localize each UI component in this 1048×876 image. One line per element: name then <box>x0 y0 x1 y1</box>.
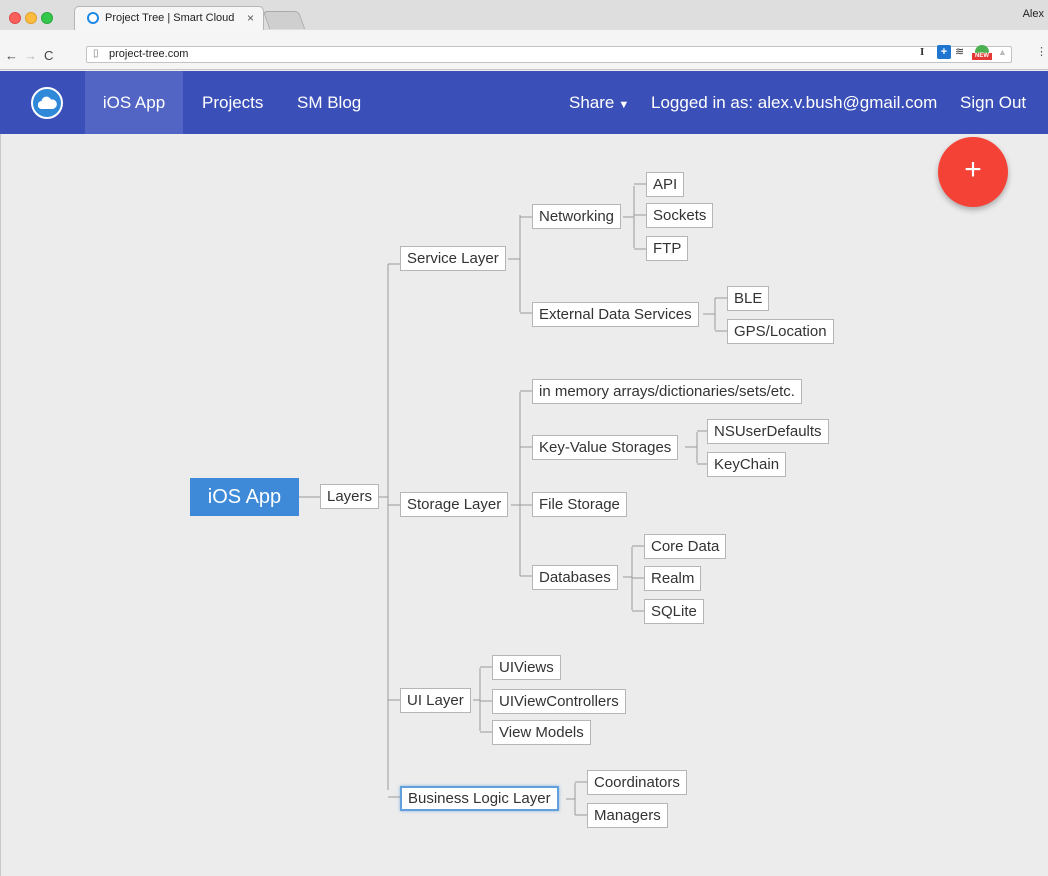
tree-node-file-storage[interactable]: File Storage <box>532 492 627 517</box>
page-icon: ▯ <box>93 48 99 59</box>
tree-node-realm[interactable]: Realm <box>644 566 702 591</box>
caret-down-icon: ▼ <box>618 99 630 111</box>
tree-node-managers[interactable]: Managers <box>587 803 668 828</box>
profile-name[interactable]: Alex <box>1023 8 1044 20</box>
nav-projects[interactable]: Projects <box>202 71 263 134</box>
window-close-button[interactable] <box>9 12 21 24</box>
tree-node-nsuserdefaults[interactable]: NSUserDefaults <box>707 419 829 444</box>
sign-out-link[interactable]: Sign Out <box>960 71 1026 134</box>
add-button[interactable]: + <box>938 137 1008 207</box>
reload-icon[interactable]: C <box>44 48 53 63</box>
app-navbar: iOS App Projects SM Blog Share ▼ Logged i… <box>0 71 1048 134</box>
tree-node-service-layer[interactable]: Service Layer <box>400 246 506 271</box>
tree-root-node[interactable]: iOS App <box>190 478 299 516</box>
tree-node-coordinators[interactable]: Coordinators <box>587 770 687 795</box>
tree-node-networking[interactable]: Networking <box>532 204 622 229</box>
cloud-icon <box>38 96 57 109</box>
tree-node-in-memory[interactable]: in memory arrays/dictionaries/sets/etc. <box>532 379 802 404</box>
extension-new-badge: NEW <box>972 53 992 60</box>
extension-stack-icon[interactable]: ≋ <box>955 45 964 61</box>
tree-node-business-logic-layer[interactable]: Business Logic Layer <box>400 786 559 811</box>
window-maximize-button[interactable] <box>41 12 53 24</box>
page-content <box>0 134 1048 876</box>
tree-node-external-data-services[interactable]: External Data Services <box>532 302 699 327</box>
tree-node-ble[interactable]: BLE <box>727 286 770 311</box>
tree-node-databases[interactable]: Databases <box>532 565 618 590</box>
tree-node-ftp[interactable]: FTP <box>646 236 689 261</box>
extension-warning-icon[interactable]: ▲ <box>998 47 1007 63</box>
share-label: Share <box>569 93 615 112</box>
new-tab-button[interactable] <box>262 11 306 29</box>
nav-share-dropdown[interactable]: Share ▼ <box>569 71 629 134</box>
tab-title: Project Tree | Smart Cloud <box>105 12 235 24</box>
window-minimize-button[interactable] <box>25 12 37 24</box>
tree-node-view-models[interactable]: View Models <box>492 720 591 745</box>
tree-node-layers[interactable]: Layers <box>320 484 380 509</box>
tree-node-keychain[interactable]: KeyChain <box>707 452 787 477</box>
tree-node-gps-location[interactable]: GPS/Location <box>727 319 834 344</box>
tree-node-sqlite[interactable]: SQLite <box>644 599 704 624</box>
tab-close-icon[interactable]: × <box>247 11 254 25</box>
tree-node-sockets[interactable]: Sockets <box>646 203 714 228</box>
logged-in-user[interactable]: Logged in as: alex.v.bush@gmail.com <box>651 71 937 134</box>
nav-sm-blog[interactable]: SM Blog <box>297 71 361 134</box>
browser-tab[interactable]: Project Tree | Smart Cloud × <box>74 6 264 30</box>
tree-node-api[interactable]: API <box>646 172 685 197</box>
forward-icon[interactable]: → <box>24 48 37 63</box>
extension-new-icon[interactable]: NEW <box>972 45 992 60</box>
menu-icon[interactable]: ⋮ <box>1036 45 1047 61</box>
url-text[interactable]: project-tree.com <box>109 48 188 60</box>
address-bar[interactable]: ▯ project-tree.com <box>86 46 1012 63</box>
cloud-logo-icon[interactable] <box>31 87 63 119</box>
tree-node-core-data[interactable]: Core Data <box>644 534 727 559</box>
extension-i-icon[interactable]: I <box>920 46 924 62</box>
nav-ios-app[interactable]: iOS App <box>85 71 183 134</box>
back-icon[interactable]: ← <box>5 48 18 63</box>
favicon-icon <box>87 12 99 24</box>
tree-node-storage-layer[interactable]: Storage Layer <box>400 492 509 517</box>
browser-toolbar: ← → C ▯ project-tree.com I + ≋ NEW ▲ ⋮ <box>0 30 1048 70</box>
extension-plus-icon[interactable]: + <box>937 45 951 59</box>
tree-node-uiviews[interactable]: UIViews <box>492 655 561 680</box>
tree-node-uiviewcontrollers[interactable]: UIViewControllers <box>492 689 626 714</box>
tree-node-ui-layer[interactable]: UI Layer <box>400 688 471 713</box>
tree-node-key-value-storages[interactable]: Key-Value Storages <box>532 435 679 460</box>
